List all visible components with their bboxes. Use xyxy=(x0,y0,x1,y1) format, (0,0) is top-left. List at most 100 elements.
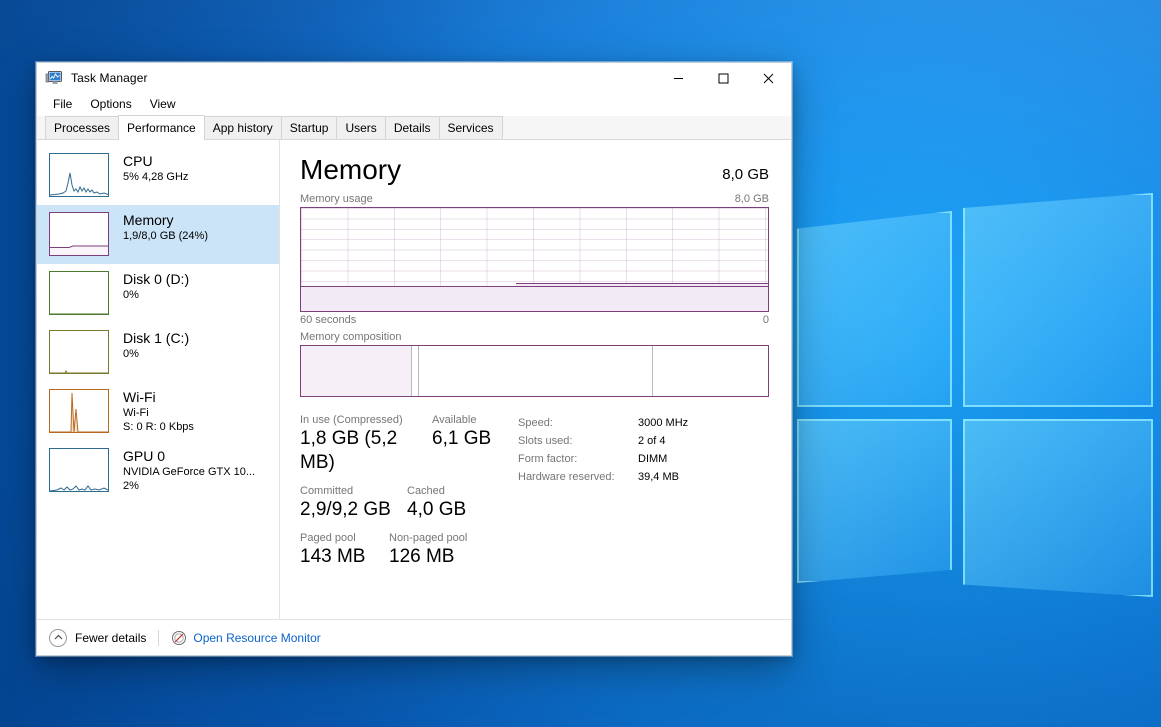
disk1-name: Disk 1 (C:) xyxy=(123,330,190,346)
detail-speed-key: Speed: xyxy=(518,417,553,429)
wifi-sub2: S: 0 R: 0 Kbps xyxy=(123,421,194,433)
tab-app-history[interactable]: App history xyxy=(203,116,282,139)
detail-slots-used-value: 2 of 4 xyxy=(638,435,666,447)
title-bar[interactable]: Task Manager xyxy=(37,63,791,93)
stat-available-value: 6,1 GB xyxy=(432,428,492,449)
disk1-thumbnail-graph xyxy=(49,330,109,374)
memory-detail-panel: Memory 8,0 GB Memory usage 8,0 GB 60 sec… xyxy=(280,140,791,619)
task-manager-window: Task Manager File Options View Processes… xyxy=(36,62,792,656)
resource-sidebar: CPU 5% 4,28 GHz Memory 1,9/8,0 GB (24%) … xyxy=(37,140,280,619)
sidebar-item-memory[interactable]: Memory 1,9/8,0 GB (24%) xyxy=(37,205,279,264)
windows-logo-icon xyxy=(795,193,1155,597)
tab-performance[interactable]: Performance xyxy=(118,115,205,140)
task-manager-icon xyxy=(45,71,62,84)
cpu-name: CPU xyxy=(123,153,153,169)
fewer-details-label: Fewer details xyxy=(75,630,147,645)
tab-processes[interactable]: Processes xyxy=(45,116,120,139)
stat-in-use: In use (Compressed) 1,8 GB (5,2 MB) xyxy=(300,413,432,475)
usage-graph-label: Memory usage xyxy=(300,193,373,205)
stat-in-use-value: 1,8 GB (5,2 MB) xyxy=(300,428,398,473)
wifi-sub1: Wi-Fi xyxy=(123,407,149,419)
disk1-sub: 0% xyxy=(123,348,139,360)
stat-row-2: Committed 2,9/9,2 GB Cached 4,0 GB xyxy=(300,484,518,522)
memory-composition-bar[interactable] xyxy=(300,345,769,397)
sidebar-item-gpu0[interactable]: GPU 0 NVIDIA GeForce GTX 10... 2% xyxy=(37,441,279,500)
usage-graph-time-left: 60 seconds xyxy=(300,314,357,326)
maximize-icon xyxy=(718,73,729,83)
sidebar-item-wifi[interactable]: Wi-Fi Wi-Fi S: 0 R: 0 Kbps xyxy=(37,382,279,441)
gpu0-name: GPU 0 xyxy=(123,448,166,464)
cpu-thumbnail-graph xyxy=(49,153,109,197)
wifi-thumbnail-graph xyxy=(49,389,109,433)
detail-hardware-reserved-value: 39,4 MB xyxy=(638,471,679,483)
gpu0-sub2: 2% xyxy=(123,480,139,492)
detail-slots-used: Slots used: 2 of 4 xyxy=(518,432,688,450)
wifi-text: Wi-Fi Wi-Fi S: 0 R: 0 Kbps xyxy=(123,389,194,434)
disk0-thumbnail-graph xyxy=(49,271,109,315)
logo-pane-bottom-left xyxy=(797,419,952,583)
disk1-text: Disk 1 (C:) 0% xyxy=(123,330,189,361)
logo-pane-top-left xyxy=(797,211,952,407)
sidebar-item-cpu[interactable]: CPU 5% 4,28 GHz xyxy=(37,146,279,205)
stat-row-1: In use (Compressed) 1,8 GB (5,2 MB) Avai… xyxy=(300,413,518,475)
stat-paged-pool-label: Paged pool xyxy=(300,532,356,544)
menu-item-file[interactable]: File xyxy=(45,95,80,114)
disk0-sub: 0% xyxy=(123,289,139,301)
memory-statistics: In use (Compressed) 1,8 GB (5,2 MB) Avai… xyxy=(300,413,769,578)
detail-hardware-reserved: Hardware reserved: 39,4 MB xyxy=(518,468,688,486)
window-body: CPU 5% 4,28 GHz Memory 1,9/8,0 GB (24%) … xyxy=(37,140,791,619)
minimize-button[interactable] xyxy=(656,63,701,93)
minimize-icon xyxy=(674,77,683,79)
detail-form-factor-value: DIMM xyxy=(638,453,668,465)
stat-cached-label: Cached xyxy=(407,485,445,497)
stats-primary-column: In use (Compressed) 1,8 GB (5,2 MB) Avai… xyxy=(300,413,518,578)
open-resource-monitor-label: Open Resource Monitor xyxy=(193,630,321,645)
detail-speed-value: 3000 MHz xyxy=(638,417,689,429)
close-icon xyxy=(763,73,774,83)
gpu0-thumbnail-graph xyxy=(49,448,109,492)
stat-row-3: Paged pool 143 MB Non-paged pool 126 MB xyxy=(300,531,518,569)
memory-name: Memory xyxy=(123,212,174,228)
tab-users[interactable]: Users xyxy=(336,116,386,139)
cpu-sub: 5% 4,28 GHz xyxy=(123,171,189,183)
tab-details[interactable]: Details xyxy=(384,116,440,139)
stat-non-paged-pool-label: Non-paged pool xyxy=(389,532,468,544)
tab-startup[interactable]: Startup xyxy=(280,116,338,139)
composition-segment-in-use xyxy=(301,346,411,396)
memory-usage-chart[interactable] xyxy=(300,207,769,312)
tab-services[interactable]: Services xyxy=(438,116,503,139)
memory-thumbnail-graph xyxy=(49,212,109,256)
disk0-name: Disk 0 (D:) xyxy=(123,271,190,287)
logo-pane-top-right xyxy=(963,193,1153,407)
disk0-text: Disk 0 (D:) 0% xyxy=(123,271,189,302)
panel-header: Memory 8,0 GB xyxy=(300,154,769,186)
composition-divider-modified xyxy=(410,346,412,396)
stat-cached: Cached 4,0 GB xyxy=(407,484,466,522)
maximize-button[interactable] xyxy=(701,63,746,93)
stats-hardware-column: Speed: 3000 MHz Slots used: 2 of 4 Form … xyxy=(518,413,688,578)
stat-cached-value: 4,0 GB xyxy=(407,499,467,520)
usage-graph-max: 8,0 GB xyxy=(734,193,769,205)
stat-committed-label: Committed xyxy=(300,485,354,497)
detail-speed: Speed: 3000 MHz xyxy=(518,414,688,432)
menu-item-view[interactable]: View xyxy=(142,95,184,114)
fewer-details-button[interactable]: Fewer details xyxy=(49,628,147,647)
menu-bar: File Options View xyxy=(37,93,791,116)
composition-divider-free xyxy=(651,346,653,396)
close-button[interactable] xyxy=(746,63,791,93)
open-resource-monitor-button[interactable]: Open Resource Monitor xyxy=(171,630,321,646)
usage-graph-axis-bottom: 60 seconds 0 xyxy=(300,314,769,326)
window-controls xyxy=(656,63,791,93)
stat-committed: Committed 2,9/9,2 GB xyxy=(300,484,407,522)
sidebar-item-disk1[interactable]: Disk 1 (C:) 0% xyxy=(37,323,279,382)
stat-paged-pool: Paged pool 143 MB xyxy=(300,531,389,569)
memory-sub: 1,9/8,0 GB (24%) xyxy=(123,230,208,242)
desktop-wallpaper: Task Manager File Options View Processes… xyxy=(0,0,1161,727)
cpu-text: CPU 5% 4,28 GHz xyxy=(123,153,188,184)
stat-non-paged-pool-value: 126 MB xyxy=(389,546,455,567)
sidebar-item-disk0[interactable]: Disk 0 (D:) 0% xyxy=(37,264,279,323)
detail-slots-used-key: Slots used: xyxy=(518,435,573,447)
menu-item-options[interactable]: Options xyxy=(82,95,139,114)
stat-available-label: Available xyxy=(432,414,477,426)
composition-divider-standby xyxy=(417,346,419,396)
